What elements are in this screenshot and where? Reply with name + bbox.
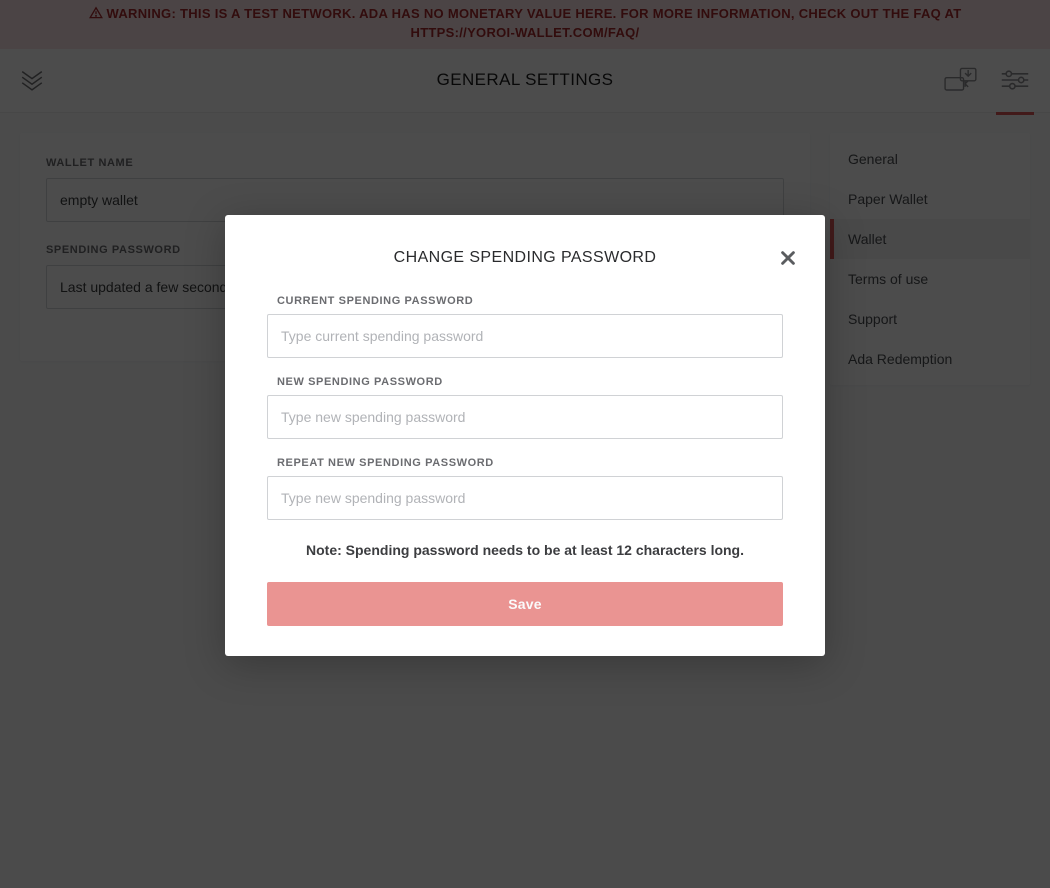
save-button[interactable]: Save <box>267 582 783 626</box>
new-password-field: NEW SPENDING PASSWORD <box>267 376 783 439</box>
change-password-modal: CHANGE SPENDING PASSWORD CURRENT SPENDIN… <box>225 215 825 656</box>
modal-overlay[interactable]: CHANGE SPENDING PASSWORD CURRENT SPENDIN… <box>0 0 1050 888</box>
repeat-password-label: REPEAT NEW SPENDING PASSWORD <box>277 457 783 469</box>
close-icon[interactable] <box>779 249 797 272</box>
modal-title: CHANGE SPENDING PASSWORD <box>267 249 783 267</box>
current-password-label: CURRENT SPENDING PASSWORD <box>277 295 783 307</box>
new-password-input[interactable] <box>267 395 783 439</box>
password-length-note: Note: Spending password needs to be at l… <box>267 542 783 558</box>
current-password-field: CURRENT SPENDING PASSWORD <box>267 295 783 358</box>
repeat-password-input[interactable] <box>267 476 783 520</box>
repeat-password-field: REPEAT NEW SPENDING PASSWORD <box>267 457 783 520</box>
new-password-label: NEW SPENDING PASSWORD <box>277 376 783 388</box>
current-password-input[interactable] <box>267 314 783 358</box>
